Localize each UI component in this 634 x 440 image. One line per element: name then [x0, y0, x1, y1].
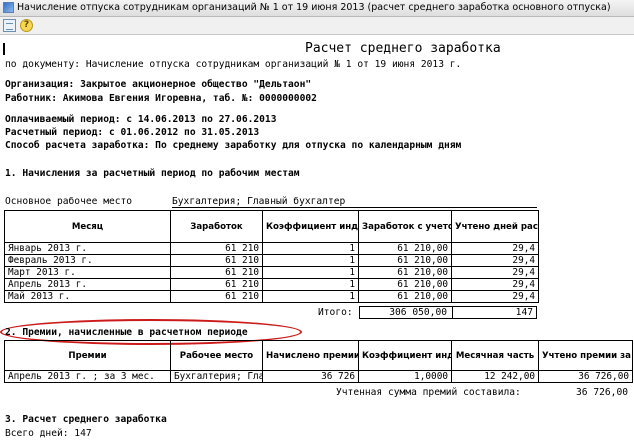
- col-premium-coef: Коэффициент индексации: [358, 340, 452, 371]
- coef-cell: 1,0000: [358, 370, 452, 383]
- month-cell: Март 2013 г.: [4, 266, 171, 279]
- organization-line: Организация: Закрытое акционерное общест…: [5, 79, 312, 90]
- help-glyph: ?: [23, 20, 30, 30]
- days-cell: 29,4: [451, 290, 539, 303]
- earnings-table: Месяц Заработок Коэффициент индексации З…: [4, 210, 539, 303]
- earnings-cell: 61 210: [170, 290, 263, 303]
- report-title: Расчет среднего заработка: [305, 41, 501, 56]
- total-days-line: Всего дней: 147: [5, 428, 92, 439]
- month-cell: Май 2013 г.: [4, 290, 171, 303]
- col-month: Месяц: [4, 210, 171, 243]
- earnings-cell: 61 210: [170, 242, 263, 255]
- premiums-table: Премии Рабочее место Начислено премии Ко…: [4, 340, 633, 383]
- earnings-cell: 61 210: [170, 266, 263, 279]
- section3-heading: 3. Расчет среднего заработка: [5, 414, 167, 425]
- earnings-cell: 61 210: [170, 278, 263, 291]
- indexed-cell: 61 210,00: [358, 266, 452, 279]
- col-index-coef: Коэффициент индексации: [262, 210, 359, 243]
- workplace-cell: Бухгалтерия; Главный бухгалтер: [170, 370, 263, 383]
- days-cell: 29,4: [451, 242, 539, 255]
- coef-cell: 1: [262, 278, 359, 291]
- earnings-table-header: Месяц Заработок Коэффициент индексации З…: [4, 210, 539, 243]
- table-row: Май 2013 г. 61 210 1 61 210,00 29,4: [4, 290, 539, 303]
- total-label: Итого:: [318, 307, 353, 318]
- month-cell: Апрель 2013 г.: [4, 278, 171, 291]
- indexed-cell: 61 210,00: [358, 242, 452, 255]
- section2-heading: 2. Премии, начисленные в расчетном перио…: [5, 327, 248, 338]
- total-indexed: 306 050,00: [389, 307, 447, 318]
- monthly-cell: 12 242,00: [451, 370, 539, 383]
- indexed-cell: 61 210,00: [358, 254, 452, 267]
- window-title-bar: Начисление отпуска сотрудникам организац…: [0, 0, 634, 17]
- employee-line: Работник: Акимова Евгения Игоревна, таб.…: [5, 93, 317, 104]
- section1-heading: 1. Начисления за расчетный период по раб…: [5, 168, 300, 179]
- col-counted-days: Учтено дней расчетного периода: [451, 210, 539, 243]
- calc-period-line: Расчетный период: с 01.06.2012 по 31.05.…: [5, 127, 260, 138]
- help-icon[interactable]: ?: [20, 19, 33, 32]
- indexed-cell: 61 210,00: [358, 290, 452, 303]
- table-row: Апрель 2013 г. ; за 3 мес. Бухгалтерия; …: [4, 370, 633, 383]
- app-icon: [3, 2, 14, 13]
- paid-period-line: Оплачиваемый период: с 14.06.2013 по 27.…: [5, 114, 277, 125]
- col-accrued: Начислено премии: [262, 340, 359, 371]
- total-row: 306 050,00 147: [359, 306, 537, 319]
- table-row: Январь 2013 г. 61 210 1 61 210,00 29,4: [4, 242, 539, 255]
- days-cell: 29,4: [451, 278, 539, 291]
- window-title: Начисление отпуска сотрудникам организац…: [17, 2, 611, 13]
- premiums-table-header: Премии Рабочее место Начислено премии Ко…: [4, 340, 633, 371]
- col-premium: Премии: [4, 340, 171, 371]
- premium-summary-label: Учтенная сумма премий составила:: [336, 387, 521, 398]
- counted-cell: 36 726,00: [538, 370, 633, 383]
- days-cell: 29,4: [451, 266, 539, 279]
- coef-cell: 1: [262, 266, 359, 279]
- total-divider: [452, 307, 453, 318]
- calc-method-line: Способ расчета заработка: По среднему за…: [5, 140, 462, 151]
- text-cursor: [3, 43, 5, 55]
- month-cell: Февраль 2013 г.: [4, 254, 171, 267]
- coef-cell: 1: [262, 290, 359, 303]
- earnings-cell: 61 210: [170, 254, 263, 267]
- toolbar: ?: [0, 17, 634, 35]
- table-row: Март 2013 г. 61 210 1 61 210,00 29,4: [4, 266, 539, 279]
- document-line: по документу: Начисление отпуска сотрудн…: [5, 59, 462, 70]
- premium-summary-value: 36 726,00: [576, 387, 628, 398]
- days-cell: 29,4: [451, 254, 539, 267]
- table-row: Апрель 2013 г. 61 210 1 61 210,00 29,4: [4, 278, 539, 291]
- table-row: Февраль 2013 г. 61 210 1 61 210,00 29,4: [4, 254, 539, 267]
- col-workplace: Рабочее место: [170, 340, 263, 371]
- col-counted-premium: Учтено премии за расчетный период: [538, 340, 633, 371]
- col-earnings: Заработок: [170, 210, 263, 243]
- col-indexed-earnings: Заработок с учетом индексации: [358, 210, 452, 243]
- indexed-cell: 61 210,00: [358, 278, 452, 291]
- total-days: 147: [515, 307, 533, 318]
- month-cell: Январь 2013 г.: [4, 242, 171, 255]
- premium-cell: Апрель 2013 г. ; за 3 мес.: [4, 370, 171, 383]
- workplace-underline: [172, 207, 537, 208]
- coef-cell: 1: [262, 254, 359, 267]
- workplace-label: Основное рабочее место: [5, 196, 133, 207]
- workplace-value: Бухгалтерия; Главный бухгалтер: [172, 196, 346, 207]
- accrued-cell: 36 726: [262, 370, 359, 383]
- document-icon[interactable]: [3, 19, 16, 32]
- coef-cell: 1: [262, 242, 359, 255]
- report-sheet[interactable]: Расчет среднего заработка по документу: …: [0, 35, 634, 440]
- col-monthly-part: Месячная часть: [451, 340, 539, 371]
